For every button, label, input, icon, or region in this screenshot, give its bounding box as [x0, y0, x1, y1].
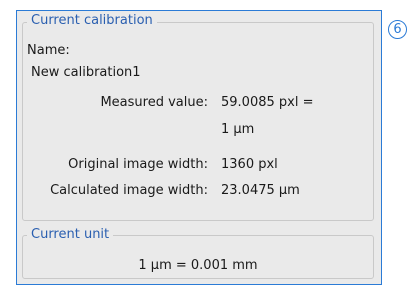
name-label: Name: [27, 43, 70, 58]
calibration-panel: Current calibration Name: New calibratio… [16, 10, 382, 285]
current-unit-value: 1 µm = 0.001 mm [138, 258, 258, 273]
current-unit-group: Current unit 1 µm = 0.001 mm [22, 227, 374, 279]
measured-value-label: Measured value: [100, 95, 208, 110]
current-calibration-title: Current calibration [27, 13, 157, 29]
calculated-image-width-value: 23.0475 µm [221, 183, 300, 198]
measured-value-line2: 1 µm [221, 122, 255, 137]
current-unit-title: Current unit [27, 227, 114, 243]
original-image-width-label: Original image width: [68, 157, 208, 172]
measured-value-line1: 59.0085 pxl = [221, 95, 314, 110]
step-number-badge: 6 [388, 20, 407, 39]
calibration-name-value: New calibration1 [31, 65, 141, 80]
step-number: 6 [393, 22, 402, 37]
calculated-image-width-label: Calculated image width: [50, 183, 208, 198]
original-image-width-value: 1360 pxl [221, 157, 278, 172]
current-calibration-group: Current calibration Name: New calibratio… [22, 13, 374, 221]
